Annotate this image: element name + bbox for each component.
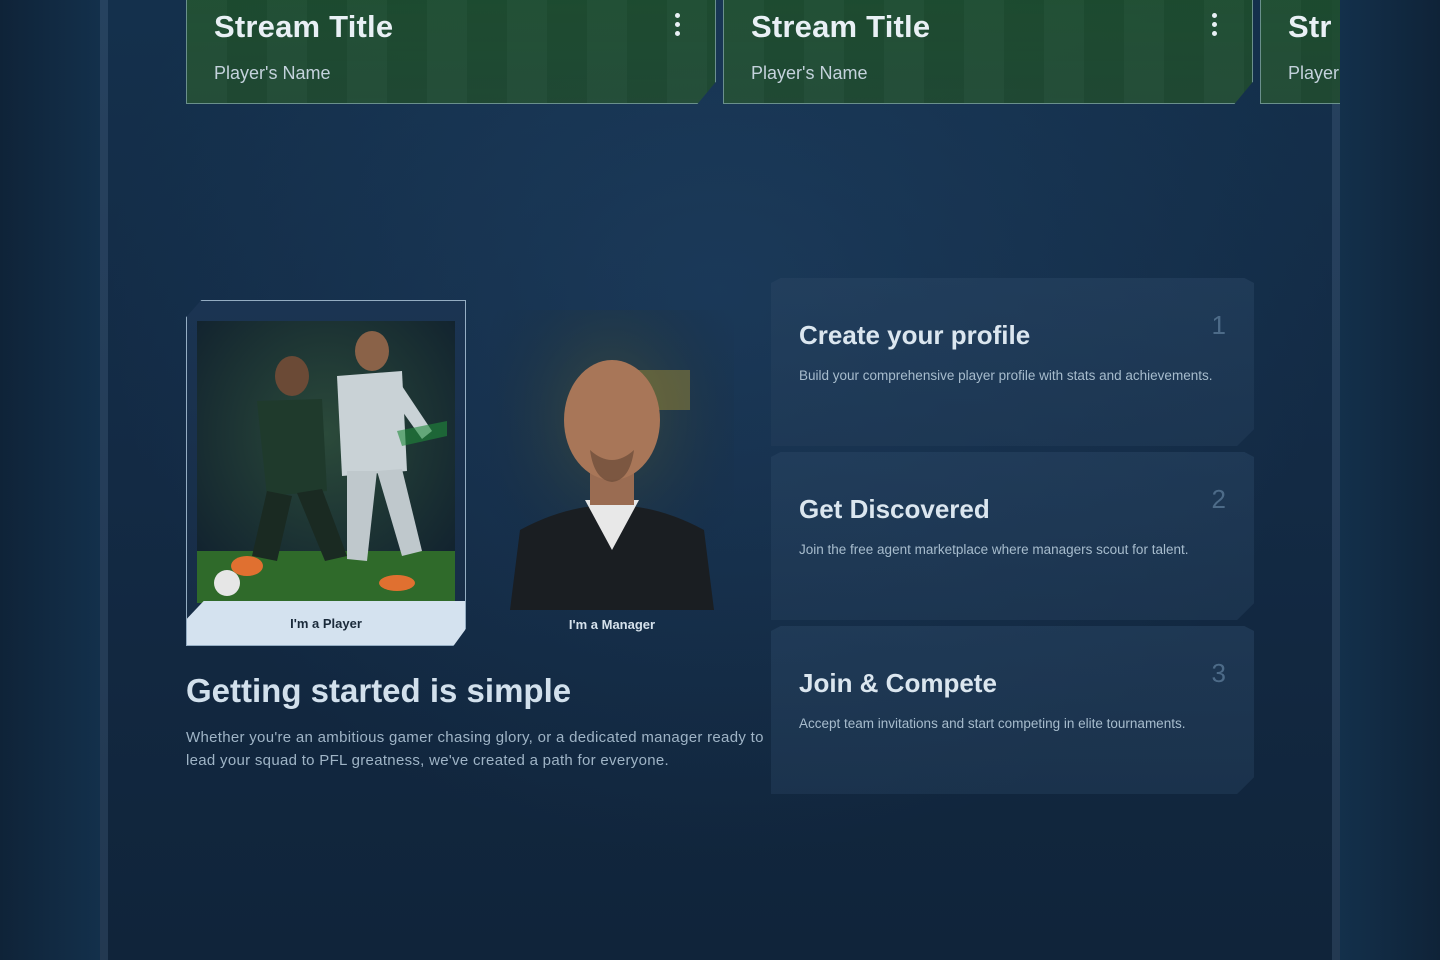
stream-card[interactable]: Stream Title Player's Name	[186, 0, 716, 104]
manager-role-card[interactable]: I'm a Manager	[484, 300, 740, 646]
stream-player-name: Player	[1288, 63, 1340, 83]
stream-card[interactable]: Str Player	[1260, 0, 1340, 104]
step-description: Build your comprehensive player profile …	[799, 368, 1213, 383]
stream-player-name: Player's Name	[751, 63, 868, 83]
step-title: Join & Compete	[799, 668, 997, 698]
step-description: Accept team invitations and start compet…	[799, 716, 1186, 731]
page: Stream Title Player's Name Stream Title …	[0, 0, 1440, 960]
player-role-label[interactable]: I'm a Player	[187, 601, 465, 645]
step-description: Join the free agent marketplace where ma…	[799, 542, 1189, 557]
step-card: Join & Compete Accept team invitations a…	[771, 626, 1254, 794]
step-card: Create your profile Build your comprehen…	[771, 278, 1254, 446]
step-card: Get Discovered Join the free agent marke…	[771, 452, 1254, 620]
step-title: Get Discovered	[799, 494, 990, 524]
stream-player-name: Player's Name	[214, 63, 331, 83]
stream-title: Stream Title	[214, 9, 394, 44]
more-options-icon[interactable]	[673, 13, 681, 39]
step-number: 1	[1211, 310, 1226, 340]
manager-role-label[interactable]: I'm a Manager	[484, 602, 740, 646]
left-side-rail	[0, 0, 108, 960]
player-role-card[interactable]: I'm a Player	[186, 300, 466, 646]
step-number: 3	[1211, 658, 1226, 688]
stream-carousel: Stream Title Player's Name Stream Title …	[186, 0, 1340, 106]
right-side-rail	[1332, 0, 1440, 960]
stream-title: Str	[1288, 9, 1332, 44]
more-options-icon[interactable]	[1210, 13, 1218, 39]
section-title: Getting started is simple	[186, 672, 572, 709]
section-description: Whether you're an ambitious gamer chasin…	[186, 729, 764, 769]
stream-title: Stream Title	[751, 9, 931, 44]
stream-card[interactable]: Stream Title Player's Name	[723, 0, 1253, 104]
player-photo	[197, 321, 455, 603]
manager-photo	[490, 310, 734, 610]
step-title: Create your profile	[799, 320, 1031, 350]
step-number: 2	[1211, 484, 1226, 514]
